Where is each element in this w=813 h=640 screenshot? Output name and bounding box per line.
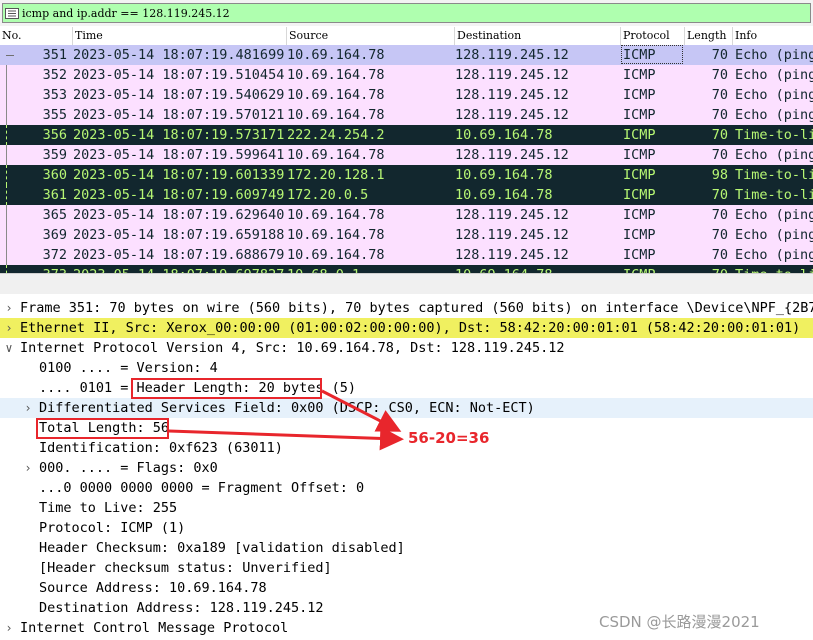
calculation-annotation: 56-20=36 — [408, 429, 490, 447]
watermark: CSDN @长路漫漫2021 — [599, 613, 760, 631]
annotation-arrows — [168, 389, 404, 451]
arrow-from-total-length — [168, 426, 404, 451]
arrow-from-header-length — [321, 389, 402, 432]
